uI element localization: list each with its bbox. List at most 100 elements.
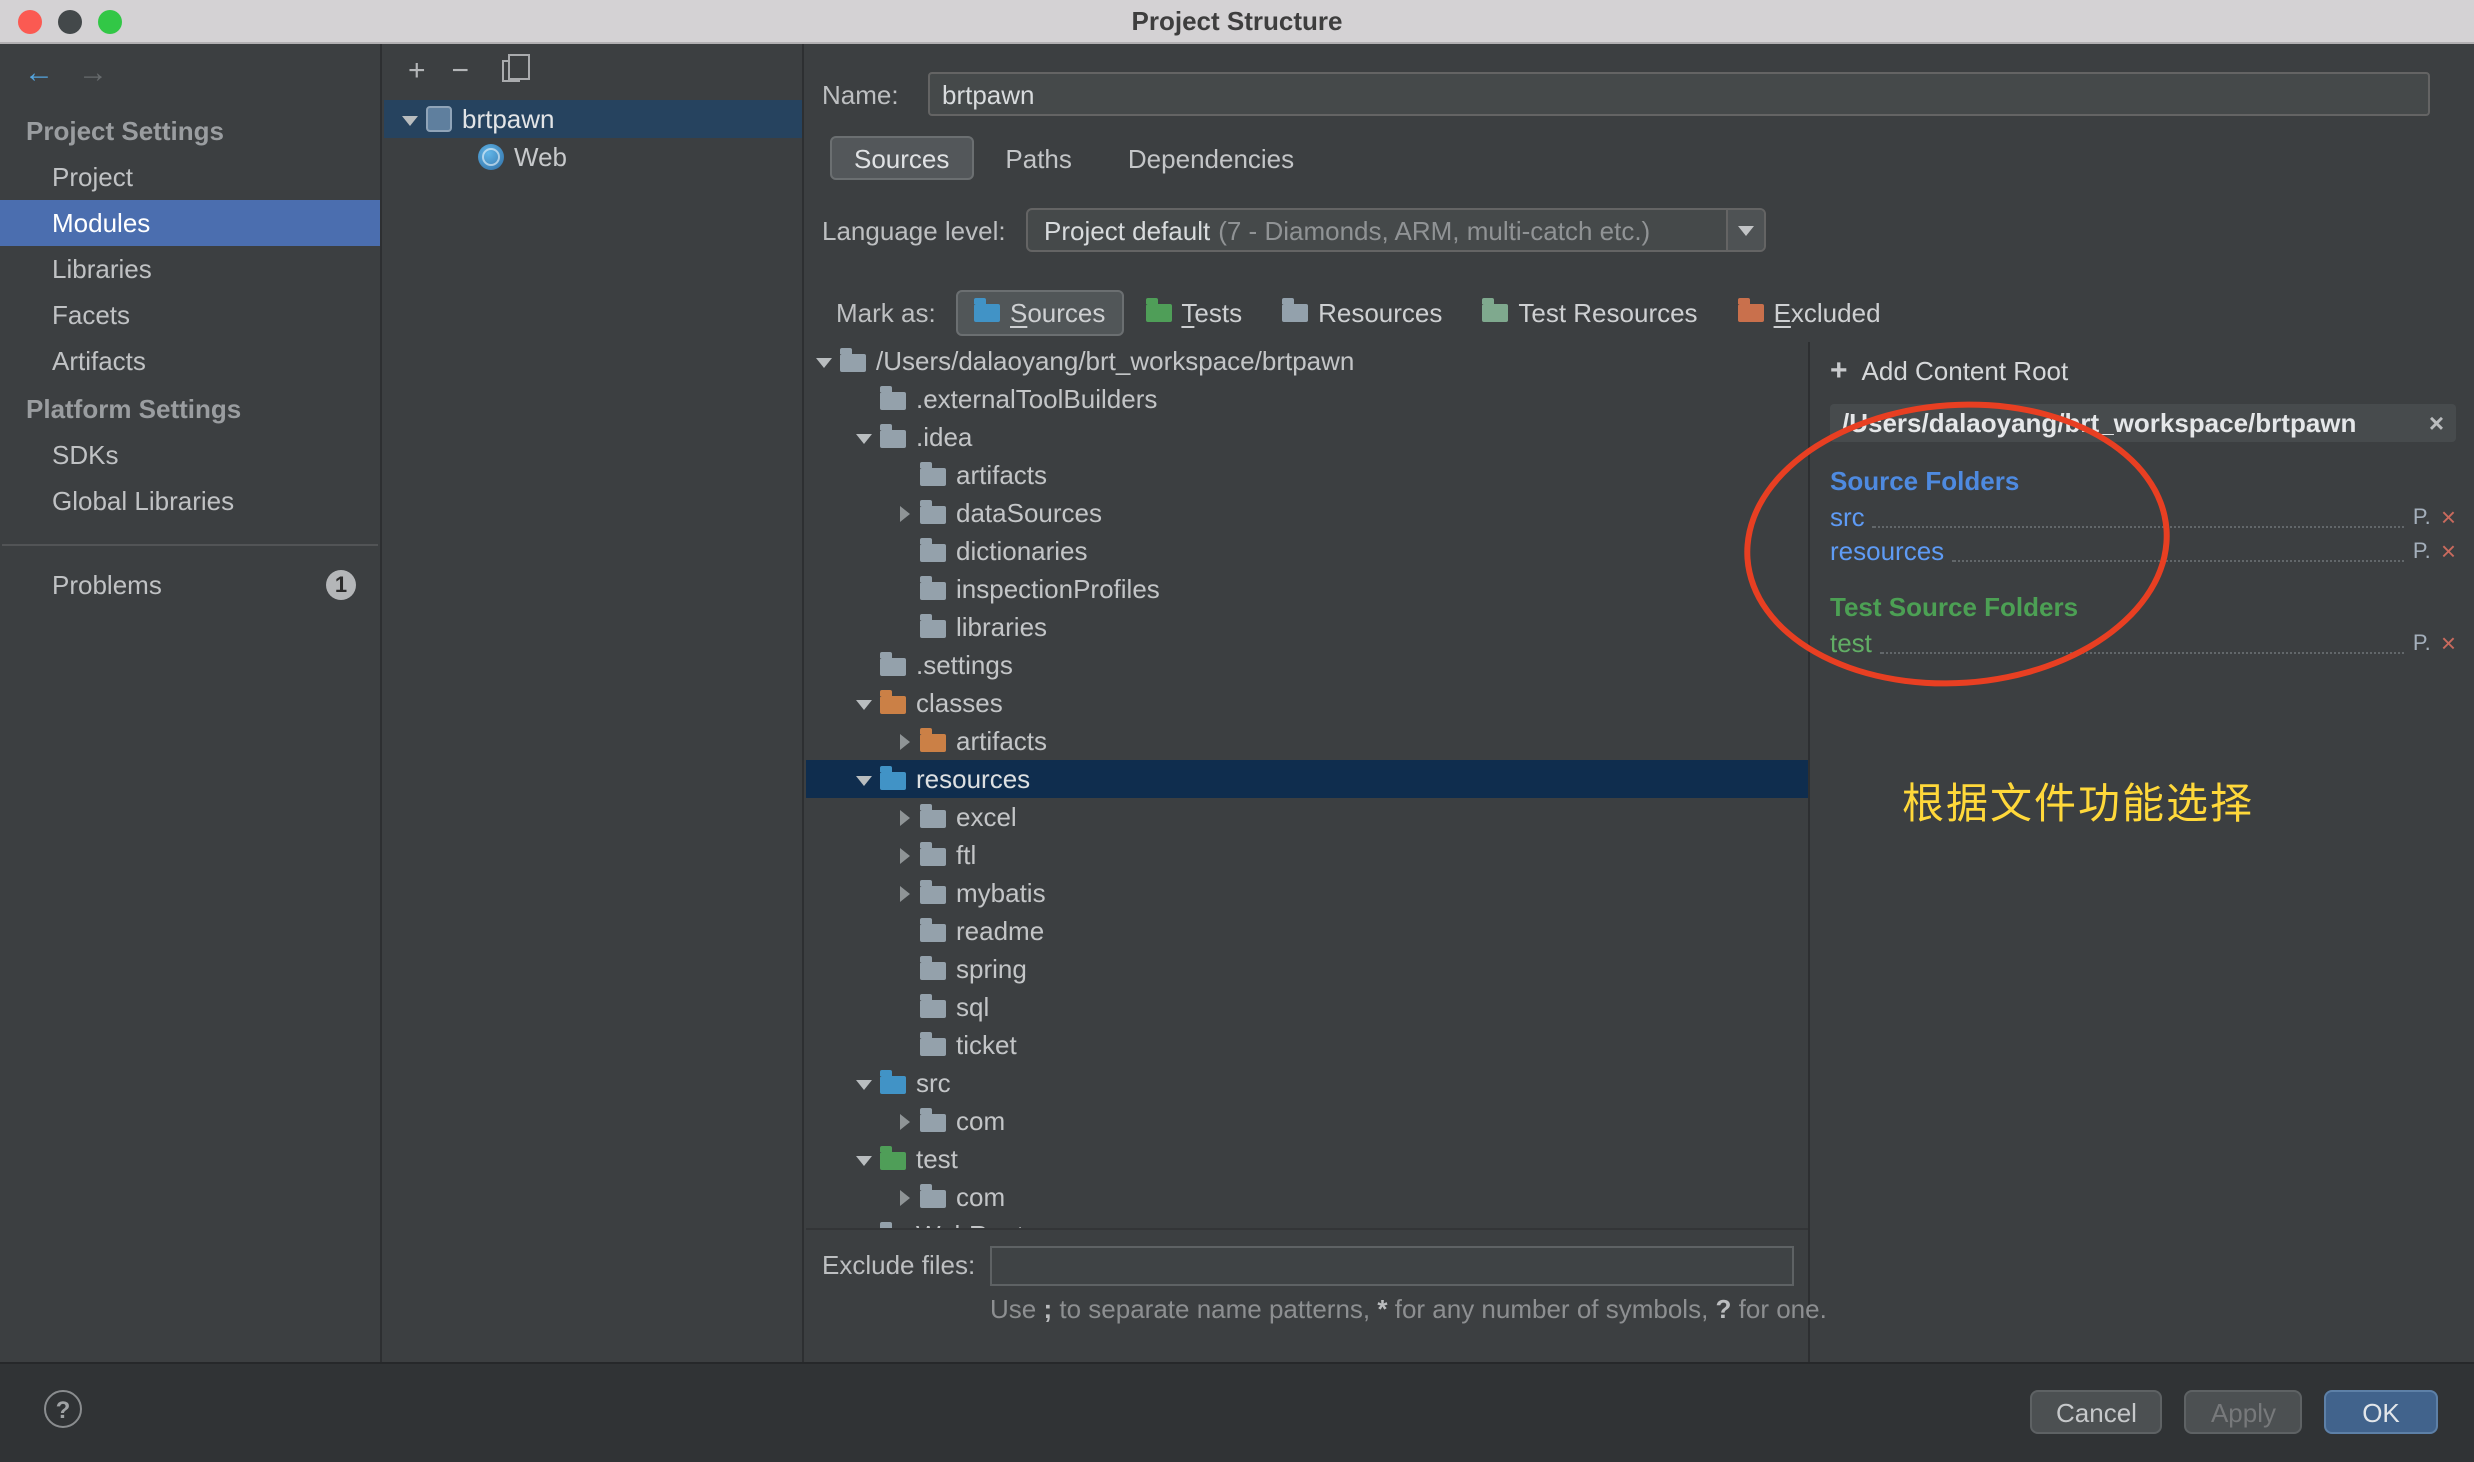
- tree-item-inspectionprofiles[interactable]: inspectionProfiles: [806, 570, 1808, 608]
- remove-folder-icon[interactable]: ×: [2441, 538, 2456, 564]
- collapsed-arrow-icon[interactable]: [894, 1108, 916, 1134]
- close-window-button[interactable]: [18, 10, 42, 34]
- tree-item-readme[interactable]: readme: [806, 912, 1808, 950]
- sidebar-item-project[interactable]: Project: [0, 154, 380, 200]
- mark-as-test-resources-button[interactable]: Test Resources: [1464, 289, 1715, 335]
- ok-button[interactable]: OK: [2324, 1390, 2438, 1434]
- tree-item-webroot[interactable]: WebRoot: [806, 1216, 1808, 1230]
- sidebar-item-facets[interactable]: Facets: [0, 292, 380, 338]
- chevron-down-icon[interactable]: [1726, 210, 1764, 250]
- expanded-arrow-icon[interactable]: [400, 106, 422, 132]
- folder-icon: [1482, 304, 1508, 322]
- mark-as-excluded-button[interactable]: Excluded: [1720, 289, 1899, 335]
- help-button[interactable]: ?: [44, 1390, 82, 1428]
- expanded-arrow-icon[interactable]: [854, 690, 876, 716]
- tree-item-label: src: [916, 1068, 951, 1098]
- tree-item-test[interactable]: test: [806, 1140, 1808, 1178]
- tab-paths[interactable]: Paths: [981, 136, 1096, 180]
- expanded-arrow-icon[interactable]: [814, 348, 836, 374]
- tree-item-label: resources: [916, 764, 1030, 794]
- collapsed-arrow-icon[interactable]: [894, 804, 916, 830]
- expanded-arrow-icon[interactable]: [854, 766, 876, 792]
- arrow-spacer: [894, 1032, 916, 1058]
- tree-item-excel[interactable]: excel: [806, 798, 1808, 836]
- module-label: Web: [514, 142, 567, 172]
- mark-as-resources-button[interactable]: Resources: [1264, 289, 1460, 335]
- module-item-web[interactable]: Web: [384, 138, 802, 176]
- add-content-root-link[interactable]: + Add Content Root: [1830, 354, 2456, 388]
- folder-link[interactable]: resources: [1830, 536, 1944, 566]
- forward-arrow-icon[interactable]: →: [78, 56, 108, 90]
- tree-item-label: excel: [956, 802, 1017, 832]
- tree-item-artifacts[interactable]: artifacts: [806, 722, 1808, 760]
- project-structure-dialog: Project Structure ← → Project SettingsPr…: [0, 0, 2474, 1462]
- tree-item-src[interactable]: src: [806, 1064, 1808, 1102]
- tree-item-sql[interactable]: sql: [806, 988, 1808, 1026]
- tree-item-datasources[interactable]: dataSources: [806, 494, 1808, 532]
- tree-item-classes[interactable]: classes: [806, 684, 1808, 722]
- cancel-button[interactable]: Cancel: [2030, 1390, 2163, 1434]
- mark-as-button-label: Excluded: [1774, 297, 1881, 327]
- tree-item-label: readme: [956, 916, 1044, 946]
- collapsed-arrow-icon[interactable]: [894, 842, 916, 868]
- indent-spacer: [814, 1120, 894, 1122]
- back-arrow-icon[interactable]: ←: [24, 56, 54, 90]
- collapsed-arrow-icon[interactable]: [854, 1222, 876, 1230]
- indent-spacer: [814, 930, 894, 932]
- sidebar-section-header-platform-settings: Platform Settings: [0, 384, 380, 432]
- edit-properties-icon[interactable]: P.: [2413, 539, 2431, 563]
- tree-item-spring[interactable]: spring: [806, 950, 1808, 988]
- mark-as-sources-button[interactable]: Sources: [956, 289, 1123, 335]
- tree-item-settings[interactable]: .settings: [806, 646, 1808, 684]
- tree-item-users-dalaoyang-brt-workspace-brtpawn[interactable]: /Users/dalaoyang/brt_workspace/brtpawn: [806, 342, 1808, 380]
- collapsed-arrow-icon[interactable]: [894, 880, 916, 906]
- indent-spacer: [814, 816, 894, 818]
- tree-item-dictionaries[interactable]: dictionaries: [806, 532, 1808, 570]
- window-title: Project Structure: [0, 6, 2474, 36]
- tree-item-externaltoolbuilders[interactable]: .externalToolBuilders: [806, 380, 1808, 418]
- tree-item-idea[interactable]: .idea: [806, 418, 1808, 456]
- zoom-window-button[interactable]: [98, 10, 122, 34]
- module-item-brtpawn[interactable]: brtpawn: [384, 100, 802, 138]
- expanded-arrow-icon[interactable]: [854, 1070, 876, 1096]
- copy-icon[interactable]: [501, 60, 519, 82]
- remove-folder-icon[interactable]: ×: [2441, 504, 2456, 530]
- expanded-arrow-icon[interactable]: [854, 1146, 876, 1172]
- sidebar-item-global-libraries[interactable]: Global Libraries: [0, 478, 380, 524]
- collapsed-arrow-icon[interactable]: [894, 500, 916, 526]
- mark-as-tests-button[interactable]: Tests: [1127, 289, 1260, 335]
- exclude-files-input[interactable]: [990, 1245, 1794, 1285]
- folder-link[interactable]: src: [1830, 502, 1865, 532]
- remove-icon[interactable]: −: [452, 57, 470, 85]
- folder-icon-gray: [920, 923, 946, 941]
- sidebar-item-problems[interactable]: Problems 1: [0, 562, 380, 608]
- tree-item-mybatis[interactable]: mybatis: [806, 874, 1808, 912]
- collapsed-arrow-icon[interactable]: [894, 728, 916, 754]
- remove-folder-icon[interactable]: ×: [2441, 630, 2456, 656]
- expanded-arrow-icon[interactable]: [854, 424, 876, 450]
- tree-item-com[interactable]: com: [806, 1102, 1808, 1140]
- folder-link[interactable]: test: [1830, 628, 1872, 658]
- sidebar-item-libraries[interactable]: Libraries: [0, 246, 380, 292]
- edit-properties-icon[interactable]: P.: [2413, 631, 2431, 655]
- language-level-select[interactable]: Project default (7 - Diamonds, ARM, mult…: [1026, 208, 1766, 252]
- tree-item-resources[interactable]: resources: [806, 760, 1808, 798]
- tab-dependencies[interactable]: Dependencies: [1104, 136, 1318, 180]
- tree-item-artifacts[interactable]: artifacts: [806, 456, 1808, 494]
- sidebar-item-artifacts[interactable]: Artifacts: [0, 338, 380, 384]
- apply-button[interactable]: Apply: [2185, 1390, 2302, 1434]
- tree-item-libraries[interactable]: libraries: [806, 608, 1808, 646]
- content-root-panel: + Add Content Root /Users/dalaoyang/brt_…: [1808, 342, 2474, 1362]
- remove-content-root-icon[interactable]: ×: [2429, 410, 2444, 436]
- indent-spacer: [814, 968, 894, 970]
- module-name-input[interactable]: [928, 72, 2430, 116]
- collapsed-arrow-icon[interactable]: [894, 1184, 916, 1210]
- edit-properties-icon[interactable]: P.: [2413, 505, 2431, 529]
- sidebar-item-sdks[interactable]: SDKs: [0, 432, 380, 478]
- tab-sources[interactable]: Sources: [830, 136, 973, 180]
- sidebar-item-modules[interactable]: Modules: [0, 200, 380, 246]
- tree-item-com[interactable]: com: [806, 1178, 1808, 1216]
- add-icon[interactable]: +: [408, 57, 426, 85]
- tree-item-ticket[interactable]: ticket: [806, 1026, 1808, 1064]
- tree-item-ftl[interactable]: ftl: [806, 836, 1808, 874]
